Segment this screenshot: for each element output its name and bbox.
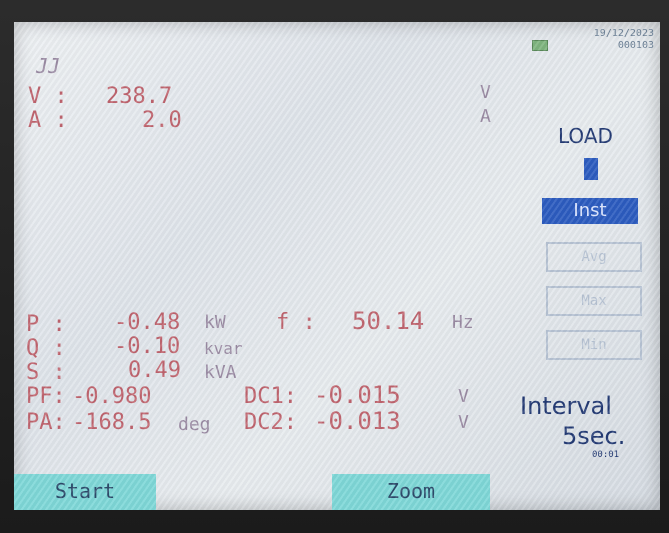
- battery-icon: [532, 40, 548, 51]
- current-unit: A: [480, 106, 491, 127]
- current-label: A :: [28, 108, 68, 133]
- min-button[interactable]: Min: [546, 330, 642, 360]
- zoom-softkey[interactable]: Zoom: [332, 474, 490, 510]
- current-value: 2.0: [142, 108, 182, 133]
- q-value: -0.10: [114, 334, 181, 359]
- logo: JJ: [36, 54, 61, 78]
- s-value: 0.49: [128, 358, 181, 383]
- p-unit: kW: [204, 312, 226, 333]
- pa-unit: deg: [178, 414, 211, 435]
- max-button[interactable]: Max: [546, 286, 642, 316]
- datetime: 19/12/2023: [593, 28, 654, 39]
- dc1-label: DC1:: [244, 384, 297, 409]
- avg-button[interactable]: Avg: [546, 242, 642, 272]
- dc1-unit: V: [458, 386, 469, 407]
- start-softkey[interactable]: Start: [14, 474, 156, 510]
- s-unit: kVA: [204, 362, 237, 383]
- load-indicator: [584, 158, 598, 180]
- pa-label: PA:: [26, 410, 66, 435]
- dc2-unit: V: [458, 412, 469, 433]
- load-label: LOAD: [558, 124, 613, 148]
- interval-value: 5sec.: [562, 422, 626, 450]
- voltage-label: V :: [28, 84, 68, 109]
- inst-button[interactable]: Inst: [542, 198, 638, 224]
- dc2-value: -0.013: [314, 407, 401, 435]
- lcd-screen: JJ 19/12/2023 000103 V : 238.7 V A : 2.0…: [14, 22, 660, 510]
- pa-value: -168.5: [72, 410, 152, 435]
- side-panel: LOAD Inst Avg Max Min Interval 5sec. 00:…: [512, 114, 660, 460]
- voltage-value: 238.7: [106, 84, 173, 109]
- p-value: -0.48: [114, 310, 181, 335]
- device-code: 000103: [617, 40, 654, 51]
- f-label: f :: [276, 310, 316, 335]
- interval-label: Interval: [520, 392, 612, 420]
- status-area: 19/12/2023 000103: [594, 28, 654, 52]
- f-unit: Hz: [452, 312, 474, 333]
- s-label: S :: [26, 360, 66, 385]
- dc1-value: -0.015: [314, 381, 401, 409]
- q-unit: kvar: [204, 339, 243, 358]
- p-label: P :: [26, 312, 66, 337]
- f-value: 50.14: [352, 307, 425, 335]
- pf-label: PF:: [26, 384, 66, 409]
- pf-value: -0.980: [72, 384, 152, 409]
- dc2-label: DC2:: [244, 410, 297, 435]
- interval-counter: 00:01: [592, 450, 620, 460]
- softkey-bar: Start Zoom: [14, 474, 660, 510]
- voltage-unit: V: [480, 82, 491, 103]
- q-label: Q :: [26, 336, 66, 361]
